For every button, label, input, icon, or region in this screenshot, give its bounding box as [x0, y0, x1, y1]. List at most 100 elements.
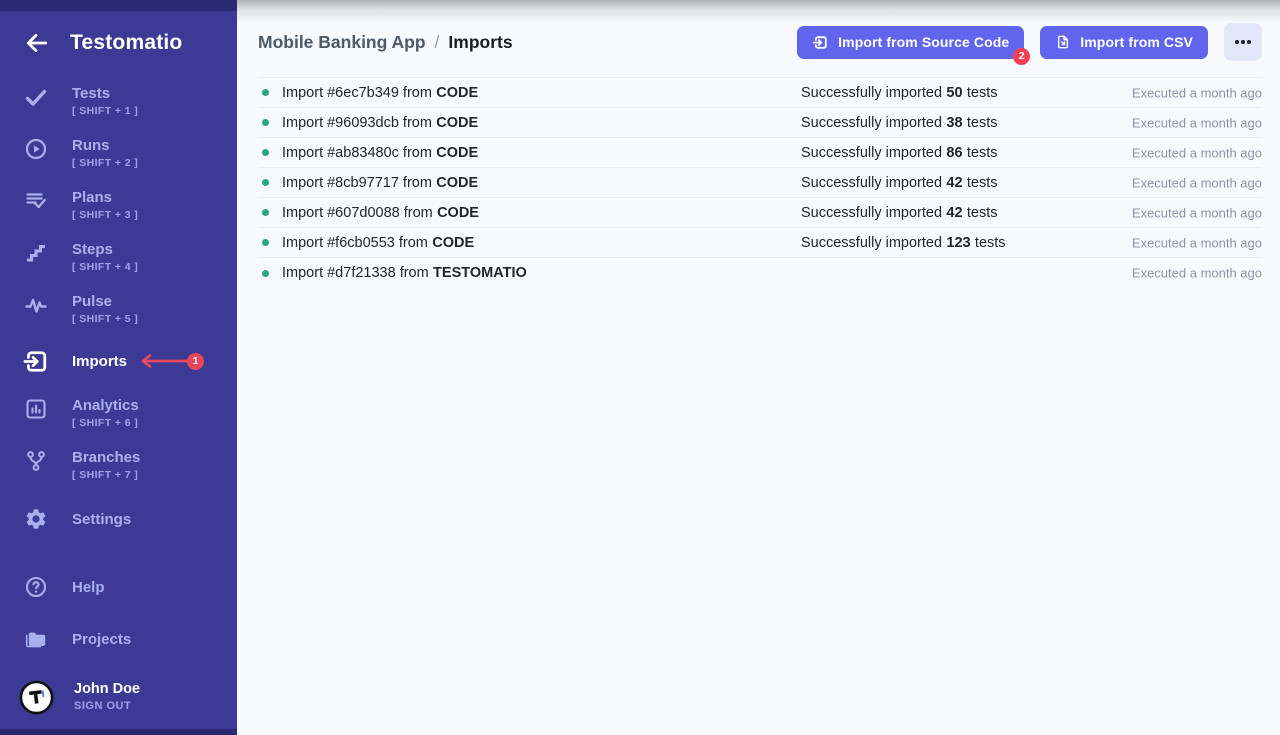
- sidebar-item-pulse[interactable]: Pulse [ SHIFT + 5 ]: [0, 292, 237, 344]
- import-row[interactable]: Import #8cb97717 fromCODE Successfully i…: [258, 168, 1262, 198]
- list-check-icon: [22, 189, 50, 213]
- import-count: 50: [946, 85, 962, 101]
- import-row[interactable]: Import #96093dcb fromCODE Successfully i…: [258, 108, 1262, 138]
- import-row[interactable]: Import #f6cb0553 fromCODE Successfully i…: [258, 228, 1262, 258]
- import-count: 123: [946, 235, 970, 251]
- sidebar-item-plans[interactable]: Plans [ SHIFT + 3 ]: [0, 188, 237, 240]
- sidebar-item-shortcut: [ SHIFT + 6 ]: [72, 415, 139, 432]
- import-source: CODE: [436, 115, 478, 131]
- import-result: [801, 265, 810, 281]
- breadcrumb-project[interactable]: Mobile Banking App: [258, 32, 426, 53]
- import-title: Import #6ec7b349 fromCODE: [282, 85, 478, 101]
- import-from-source-code-button[interactable]: Import from Source Code 2: [797, 26, 1024, 59]
- sidebar-item-label: Runs: [72, 136, 138, 155]
- import-count: 86: [946, 145, 962, 161]
- sidebar-item-label: Tests: [72, 84, 138, 103]
- sidebar-item-shortcut: [ SHIFT + 3 ]: [72, 207, 138, 224]
- green-dot-icon: [262, 149, 269, 156]
- import-row[interactable]: Import #ab83480c fromCODE Successfully i…: [258, 138, 1262, 168]
- play-circle-icon: [22, 137, 50, 161]
- import-from-csv-button[interactable]: Import from CSV: [1040, 26, 1208, 59]
- top-shadow: [237, 0, 1280, 24]
- sign-out-link[interactable]: SIGN OUT: [74, 698, 140, 714]
- import-row[interactable]: Import #607d0088 fromCODE Successfully i…: [258, 198, 1262, 228]
- sidebar-item-label: Pulse: [72, 292, 138, 311]
- import-result: Successfully imported38tests: [801, 115, 997, 131]
- avatar: [19, 680, 54, 715]
- import-row[interactable]: Import #d7f21338 fromTESTOMATIO Executed…: [258, 258, 1262, 288]
- sidebar-item-help[interactable]: Help: [0, 572, 237, 602]
- sidebar-item-imports[interactable]: Imports 1: [0, 344, 237, 378]
- git-branch-icon: [22, 449, 50, 473]
- green-dot-icon: [262, 89, 269, 96]
- import-time: Executed a month ago: [1132, 85, 1262, 100]
- sidebar-item-branches[interactable]: Branches [ SHIFT + 7 ]: [0, 448, 237, 500]
- imports-highlight-arrow: 1: [137, 353, 204, 370]
- sidebar-bottom-strip: [0, 729, 237, 735]
- main-content: Mobile Banking App / Imports Import from…: [237, 0, 1280, 735]
- sidebar-item-steps[interactable]: Steps [ SHIFT + 4 ]: [0, 240, 237, 292]
- sidebar-item-analytics[interactable]: Analytics [ SHIFT + 6 ]: [0, 396, 237, 448]
- sidebar-item-shortcut: [ SHIFT + 1 ]: [72, 103, 138, 120]
- user-block[interactable]: John Doe SIGN OUT: [0, 675, 237, 719]
- import-time: Executed a month ago: [1132, 266, 1262, 281]
- check-icon: [22, 85, 50, 109]
- import-result: Successfully imported42tests: [801, 205, 997, 221]
- import-count: 38: [946, 115, 962, 131]
- import-result: Successfully imported42tests: [801, 175, 997, 191]
- button-label: Import from Source Code: [838, 34, 1009, 50]
- sidebar-item-shortcut: [ SHIFT + 7 ]: [72, 467, 140, 484]
- sidebar-item-label: Projects: [72, 630, 131, 649]
- import-count: 42: [946, 175, 962, 191]
- import-title: Import #607d0088 fromCODE: [282, 205, 479, 221]
- sidebar-item-projects[interactable]: Projects: [0, 624, 237, 654]
- import-list: Import #6ec7b349 fromCODE Successfully i…: [258, 77, 1262, 288]
- pulse-icon: [22, 293, 50, 317]
- app-logo: Testomatio: [70, 31, 182, 55]
- sidebar-item-label: Branches: [72, 448, 140, 467]
- green-dot-icon: [262, 119, 269, 126]
- breadcrumb: Mobile Banking App / Imports: [258, 32, 513, 53]
- green-dot-icon: [262, 270, 269, 277]
- red-arrow-left-icon: [137, 353, 189, 369]
- sidebar-spacer: [0, 534, 237, 572]
- sidebar-header: Testomatio: [0, 28, 237, 58]
- more-options-button[interactable]: [1224, 23, 1262, 61]
- green-dot-icon: [262, 179, 269, 186]
- import-count: 42: [946, 205, 962, 221]
- sidebar-item-label: Plans: [72, 188, 138, 207]
- import-result: Successfully imported123tests: [801, 235, 1006, 251]
- import-title: Import #f6cb0553 fromCODE: [282, 235, 474, 251]
- import-result: Successfully imported86tests: [801, 145, 997, 161]
- sidebar-item-settings[interactable]: Settings: [0, 504, 237, 534]
- import-time: Executed a month ago: [1132, 145, 1262, 160]
- import-source: CODE: [432, 235, 474, 251]
- import-title: Import #96093dcb fromCODE: [282, 115, 478, 131]
- ellipsis-icon: [1235, 40, 1238, 43]
- import-source: CODE: [437, 205, 479, 221]
- import-title: Import #d7f21338 fromTESTOMATIO: [282, 265, 527, 281]
- sidebar-item-runs[interactable]: Runs [ SHIFT + 2 ]: [0, 136, 237, 188]
- green-dot-icon: [262, 239, 269, 246]
- arrow-left-icon: [24, 30, 50, 56]
- main-header: Mobile Banking App / Imports Import from…: [258, 24, 1262, 60]
- imports-count-badge: 1: [187, 353, 204, 370]
- source-code-badge: 2: [1013, 48, 1030, 65]
- gear-icon: [22, 507, 50, 531]
- button-label: Import from CSV: [1080, 34, 1193, 50]
- header-actions: Import from Source Code 2 Import from CS…: [797, 23, 1262, 61]
- green-dot-icon: [262, 209, 269, 216]
- sidebar-item-tests[interactable]: Tests [ SHIFT + 1 ]: [0, 84, 237, 136]
- breadcrumb-page: Imports: [448, 32, 512, 53]
- steps-icon: [22, 241, 50, 265]
- import-source: CODE: [436, 145, 478, 161]
- import-time: Executed a month ago: [1132, 115, 1262, 130]
- sidebar-item-shortcut: [ SHIFT + 4 ]: [72, 259, 138, 276]
- back-button[interactable]: [24, 30, 50, 56]
- import-source: TESTOMATIO: [433, 265, 527, 281]
- import-time: Executed a month ago: [1132, 235, 1262, 250]
- import-row[interactable]: Import #6ec7b349 fromCODE Successfully i…: [258, 78, 1262, 108]
- sidebar-item-label: Help: [72, 578, 105, 597]
- sidebar-item-shortcut: [ SHIFT + 2 ]: [72, 155, 138, 172]
- sidebar-item-shortcut: [ SHIFT + 5 ]: [72, 311, 138, 328]
